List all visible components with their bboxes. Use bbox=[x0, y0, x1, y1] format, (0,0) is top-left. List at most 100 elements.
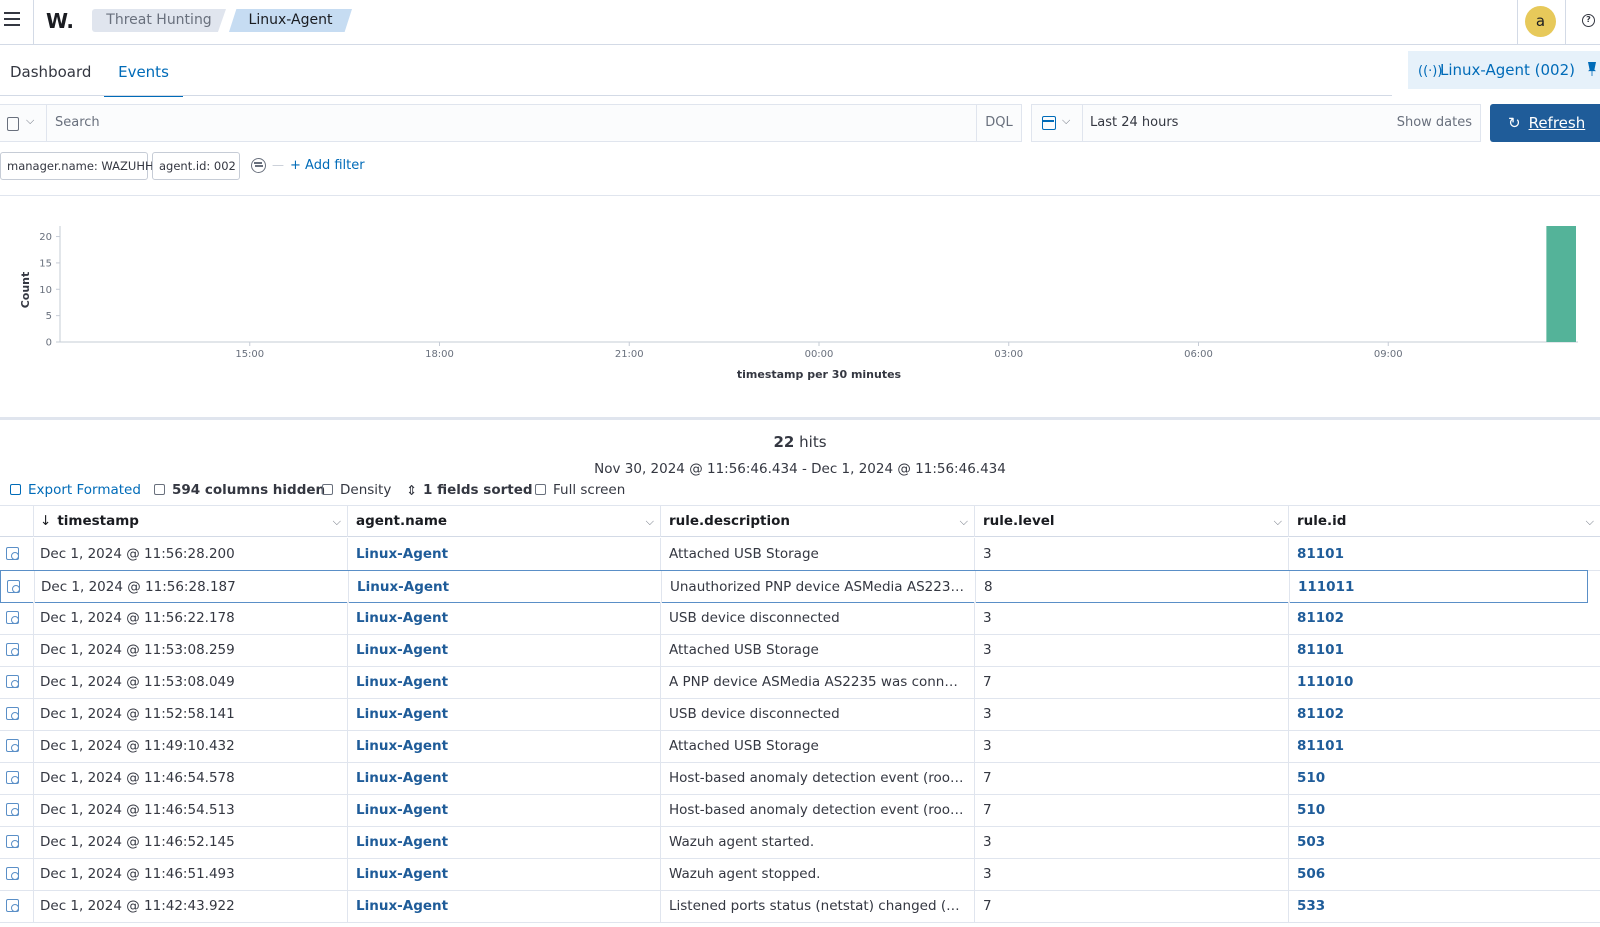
saved-queries-button[interactable]: ⌵ bbox=[0, 104, 47, 142]
top-header: W. Threat Hunting Linux-Agent a ? bbox=[0, 0, 1600, 45]
column-header-timestamp[interactable]: ↓ timestamp ⌵ bbox=[34, 506, 348, 537]
cell-rule-level: 8 bbox=[976, 571, 1290, 603]
inspect-icon[interactable] bbox=[6, 803, 19, 816]
arrow-down-icon[interactable]: ↓ bbox=[40, 513, 51, 529]
columns-button[interactable]: 594 columns hidden bbox=[154, 482, 325, 498]
cell-rule-id[interactable]: 506 bbox=[1289, 858, 1600, 890]
pin-icon[interactable] bbox=[1588, 62, 1596, 76]
breadcrumb-linux-agent[interactable]: Linux-Agent bbox=[229, 9, 352, 32]
date-range-value[interactable]: Last 24 hours bbox=[1090, 115, 1178, 130]
table-row[interactable]: Dec 1, 2024 @ 11:53:08.259 Linux-Agent Att… bbox=[0, 634, 1600, 667]
x-tick-label: 15:00 bbox=[235, 349, 264, 360]
cell-rule-level: 3 bbox=[975, 602, 1289, 634]
chevron-down-icon[interactable]: ⌵ bbox=[333, 506, 341, 537]
search-input[interactable]: Search bbox=[47, 104, 1022, 142]
cell-agent-name[interactable]: Linux-Agent bbox=[348, 634, 661, 666]
cell-agent-name[interactable]: Linux-Agent bbox=[348, 730, 661, 762]
inspect-icon[interactable] bbox=[6, 739, 19, 752]
add-filter-button[interactable]: + Add filter bbox=[290, 158, 365, 173]
histogram-bar[interactable] bbox=[1546, 226, 1576, 342]
agent-selector[interactable]: ((·))Linux-Agent (002) bbox=[1408, 51, 1600, 89]
chevron-down-icon[interactable]: ⌵ bbox=[960, 506, 968, 537]
date-picker[interactable]: ⌵ Last 24 hours Show dates bbox=[1031, 104, 1481, 142]
table-row[interactable]: Dec 1, 2024 @ 11:46:52.145 Linux-Agent Waz… bbox=[0, 826, 1600, 859]
inspect-cell bbox=[0, 858, 34, 890]
export-button[interactable]: Export Formated bbox=[10, 482, 141, 498]
breadcrumb-threat-hunting[interactable]: Threat Hunting bbox=[92, 9, 226, 32]
cell-rule-id[interactable]: 111011 bbox=[1290, 571, 1600, 603]
cell-agent-name[interactable]: Linux-Agent bbox=[348, 602, 661, 634]
density-button[interactable]: Density bbox=[322, 482, 391, 498]
cell-agent-name[interactable]: Linux-Agent bbox=[348, 826, 661, 858]
table-row[interactable]: Dec 1, 2024 @ 11:46:54.513 Linux-Agent Hos… bbox=[0, 794, 1600, 827]
cell-agent-name[interactable]: Linux-Agent bbox=[348, 858, 661, 890]
cell-agent-name[interactable]: Linux-Agent bbox=[348, 538, 661, 570]
fullscreen-button[interactable]: Full screen bbox=[535, 482, 625, 498]
cell-rule-id[interactable]: 111010 bbox=[1289, 666, 1600, 698]
inspect-icon[interactable] bbox=[6, 643, 19, 656]
inspect-icon[interactable] bbox=[6, 611, 19, 624]
table-row[interactable]: Dec 1, 2024 @ 11:56:28.187 Linux-Agent Una… bbox=[0, 570, 1588, 603]
cell-rule-id[interactable]: 81102 bbox=[1289, 698, 1600, 730]
avatar[interactable]: a bbox=[1525, 6, 1556, 37]
cell-agent-name[interactable]: Linux-Agent bbox=[348, 762, 661, 794]
inspect-icon[interactable] bbox=[6, 835, 19, 848]
column-label: rule.level bbox=[983, 513, 1055, 529]
inspect-icon[interactable] bbox=[6, 547, 19, 560]
cell-agent-name[interactable]: Linux-Agent bbox=[349, 571, 662, 603]
cell-agent-name[interactable]: Linux-Agent bbox=[348, 890, 661, 922]
column-header-rule-id[interactable]: rule.id ⌵ bbox=[1289, 506, 1600, 537]
cell-rule-id[interactable]: 510 bbox=[1289, 762, 1600, 794]
cell-rule-level: 7 bbox=[975, 794, 1289, 826]
inspect-icon[interactable] bbox=[6, 707, 19, 720]
cell-rule-id[interactable]: 510 bbox=[1289, 794, 1600, 826]
tab-events[interactable]: Events bbox=[104, 63, 183, 97]
cell-rule-id[interactable]: 81102 bbox=[1289, 602, 1600, 634]
menu-icon[interactable] bbox=[4, 12, 20, 26]
density-icon bbox=[322, 484, 333, 495]
chevron-down-icon[interactable]: ⌵ bbox=[1274, 506, 1282, 537]
cell-agent-name[interactable]: Linux-Agent bbox=[348, 666, 661, 698]
calendar-icon[interactable] bbox=[1042, 116, 1056, 130]
chevron-down-icon[interactable]: ⌵ bbox=[646, 506, 654, 537]
table-row[interactable]: Dec 1, 2024 @ 11:46:54.578 Linux-Agent Hos… bbox=[0, 762, 1600, 795]
inspect-cell bbox=[0, 634, 34, 666]
filter-pill-manager[interactable]: manager.name: WAZUHH bbox=[0, 152, 154, 180]
column-header-agent-name[interactable]: agent.name ⌵ bbox=[348, 506, 661, 537]
cell-agent-name[interactable]: Linux-Agent bbox=[348, 698, 661, 730]
inspect-icon[interactable] bbox=[6, 771, 19, 784]
cell-rule-id[interactable]: 81101 bbox=[1289, 730, 1600, 762]
table-row[interactable]: Dec 1, 2024 @ 11:56:28.200 Linux-Agent Att… bbox=[0, 538, 1600, 571]
table-row[interactable]: Dec 1, 2024 @ 11:46:51.493 Linux-Agent Waz… bbox=[0, 858, 1600, 891]
dql-toggle[interactable]: DQL bbox=[976, 104, 1022, 142]
inspect-icon[interactable] bbox=[6, 867, 19, 880]
cell-rule-id[interactable]: 533 bbox=[1289, 890, 1600, 922]
cell-rule-id[interactable]: 81101 bbox=[1289, 538, 1600, 570]
refresh-button[interactable]: ↻ Refresh bbox=[1490, 104, 1600, 142]
column-label: rule.id bbox=[1297, 513, 1347, 529]
inspect-icon[interactable] bbox=[6, 675, 19, 688]
filter-pill-agent-id[interactable]: agent.id: 002 bbox=[152, 152, 240, 180]
tab-dashboard[interactable]: Dashboard bbox=[10, 63, 91, 81]
app-logo[interactable]: W. bbox=[46, 9, 74, 33]
column-header-rule-description[interactable]: rule.description ⌵ bbox=[661, 506, 975, 537]
table-row[interactable]: Dec 1, 2024 @ 11:49:10.432 Linux-Agent Att… bbox=[0, 730, 1600, 763]
table-row[interactable]: Dec 1, 2024 @ 11:53:08.049 Linux-Agent A P… bbox=[0, 666, 1600, 699]
table-row[interactable]: Dec 1, 2024 @ 11:52:58.141 Linux-Agent USB… bbox=[0, 698, 1600, 731]
x-axis-label: timestamp per 30 minutes bbox=[737, 368, 902, 381]
chevron-down-icon[interactable]: ⌵ bbox=[1586, 506, 1594, 537]
cell-rule-id[interactable]: 81101 bbox=[1289, 634, 1600, 666]
show-dates-link[interactable]: Show dates bbox=[1397, 115, 1472, 130]
table-row[interactable]: Dec 1, 2024 @ 11:56:22.178 Linux-Agent USB… bbox=[0, 602, 1600, 635]
table-row[interactable]: Dec 1, 2024 @ 11:42:43.922 Linux-Agent Lis… bbox=[0, 890, 1600, 923]
inspect-icon[interactable] bbox=[6, 899, 19, 912]
filter-menu-icon[interactable] bbox=[251, 158, 266, 173]
inspect-icon[interactable] bbox=[7, 580, 20, 593]
sort-button[interactable]: ⇕ 1 fields sorted bbox=[406, 482, 533, 499]
help-icon[interactable]: ? bbox=[1582, 14, 1595, 27]
cell-agent-name[interactable]: Linux-Agent bbox=[348, 794, 661, 826]
column-header-rule-level[interactable]: rule.level ⌵ bbox=[975, 506, 1289, 537]
x-tick-label: 06:00 bbox=[1184, 349, 1213, 360]
cell-rule-id[interactable]: 503 bbox=[1289, 826, 1600, 858]
tabs-row: Dashboard Events ((·))Linux-Agent (002) bbox=[0, 45, 1600, 97]
